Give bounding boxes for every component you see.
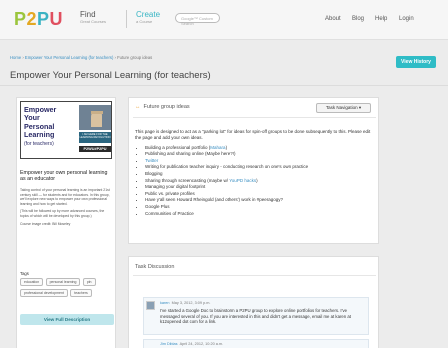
create-course-link[interactable]: Create a Course [136, 10, 160, 24]
comment: Jim Diblas April 24, 2012, 10:20 a.m. [143, 339, 369, 348]
find-subtitle: Great Courses [80, 19, 107, 24]
task-title: Future group ideas [143, 104, 190, 110]
nav-divider [126, 10, 127, 28]
comment-author[interactable]: karen [160, 301, 170, 305]
logo-letter: P [37, 9, 50, 29]
cover-title-line: Learning [24, 130, 55, 140]
tag[interactable]: pln [82, 278, 96, 286]
divider [133, 275, 376, 276]
breadcrumb: Home › Empower Your Personal Learning (f… [10, 55, 152, 60]
nav-help[interactable]: Help [375, 16, 387, 22]
group-cover-image: Empower Your Personal Learning (for teac… [20, 101, 112, 159]
cover-subtitle: (for teachers) [24, 141, 54, 147]
group-sidebar: Empower Your Personal Learning (for teac… [16, 97, 116, 348]
task-content-card: ↔ Future group ideas Task Navigation ▾ Th… [128, 97, 379, 244]
create-title: Create [136, 10, 161, 19]
list-item: Managing your digital footprint [145, 184, 373, 191]
description-paragraph: Taking control of your personal learning… [20, 188, 110, 206]
double-arrow-icon: ↔ [135, 104, 141, 110]
group-description-title: Empower your own personal learning as an… [20, 170, 108, 183]
description-paragraph: (This will be followed up by more advanc… [20, 209, 105, 218]
logo-letter: P [14, 9, 27, 29]
breadcrumb-home[interactable]: Home [10, 55, 21, 60]
create-subtitle: a Course [136, 19, 153, 24]
list-item: Public vs. private profiles [145, 191, 373, 198]
nav-login[interactable]: Login [399, 16, 414, 22]
comment-date: April 24, 2012, 10:20 a.m. [179, 342, 224, 346]
search-input[interactable]: Google™ Custom Search [175, 13, 220, 26]
breadcrumb-group[interactable]: Empower Your Personal Learning (for teac… [25, 55, 113, 60]
view-history-button[interactable]: View History [396, 56, 436, 68]
nav-about[interactable]: About [325, 16, 341, 22]
task-body: This page is designed to act as a "parki… [135, 129, 373, 217]
comment-text: I've started a Google Doc to brainstorm … [160, 308, 351, 324]
group-description: Taking control of your personal learning… [20, 188, 114, 226]
raised-fist-icon [79, 105, 111, 130]
divider [133, 117, 376, 118]
list-item: Communities of Practice [145, 211, 373, 218]
divider [0, 85, 448, 86]
logo-letter: U [49, 9, 64, 29]
tag-list: education personal learning pln professi… [20, 278, 114, 300]
discussion-title: Task Discussion [135, 264, 175, 270]
idea-link[interactable]: YouPD hacks [229, 178, 256, 183]
tag[interactable]: education [20, 278, 44, 286]
breadcrumb-current: Future group ideas [117, 55, 153, 60]
p2pu-logo[interactable]: P2PU [14, 9, 63, 30]
list-item: Twitter [145, 158, 373, 165]
task-discussion-card: Task Discussion karen May 3, 2012, 3:09 … [128, 256, 379, 348]
comment-author[interactable]: Jim Diblas [160, 342, 178, 346]
cover-footer: P2WU#P2PU [79, 146, 111, 152]
tag[interactable]: personal learning [45, 278, 81, 286]
list-item: Blogging [145, 171, 373, 178]
cover-badge: I AM HERE FOR THE LEARNING REVOLUTION [79, 132, 111, 143]
list-item: Sharing through screencasting (maybe w/ … [145, 178, 373, 185]
tags-label: Tags [20, 271, 29, 276]
task-intro: This page is designed to act as a "parki… [135, 129, 371, 140]
list-item: Have y'all seen Howard Rheingold (and ot… [145, 197, 373, 204]
logo-letter: 2 [26, 9, 38, 29]
comment-meta: karen May 3, 2012, 3:09 p.m. [160, 301, 210, 305]
comment-meta: Jim Diblas April 24, 2012, 10:20 a.m. [160, 342, 223, 346]
idea-list: Building a professional portfolio (Mahar… [135, 145, 373, 218]
top-header: P2PU Find Great Courses Create a Course … [0, 0, 448, 40]
breadcrumb-separator: › [114, 55, 116, 60]
list-item: Google Plus [145, 204, 373, 211]
find-title: Find [80, 10, 96, 19]
idea-link[interactable]: Twitter [145, 158, 158, 163]
task-heading: ↔ Future group ideas [135, 104, 190, 110]
avatar[interactable] [146, 301, 155, 310]
find-courses-link[interactable]: Find Great Courses [80, 10, 106, 24]
image-credit: Course image credit: Bill Moseley [20, 221, 71, 226]
page-title: Empower Your Personal Learning (for teac… [10, 70, 211, 81]
task-navigation-dropdown[interactable]: Task Navigation ▾ [316, 103, 371, 113]
list-item: Building a professional portfolio (Mahar… [145, 145, 373, 152]
comment-date: May 3, 2012, 3:09 p.m. [171, 301, 211, 305]
comment: karen May 3, 2012, 3:09 p.m. I've starte… [143, 297, 369, 335]
list-item: Publishing and sharing online (Maybe her… [145, 151, 373, 158]
nav-blog[interactable]: Blog [352, 16, 364, 22]
tag[interactable]: professional development [20, 289, 68, 297]
breadcrumb-separator: › [22, 55, 24, 60]
view-full-description-button[interactable]: View Full Description [20, 314, 114, 325]
list-item: Writing for publication teacher inquiry … [145, 164, 373, 171]
idea-link[interactable]: Mahara [210, 145, 225, 150]
cover-title: Empower Your Personal Learning [24, 105, 56, 140]
tag[interactable]: teachers [70, 289, 92, 297]
